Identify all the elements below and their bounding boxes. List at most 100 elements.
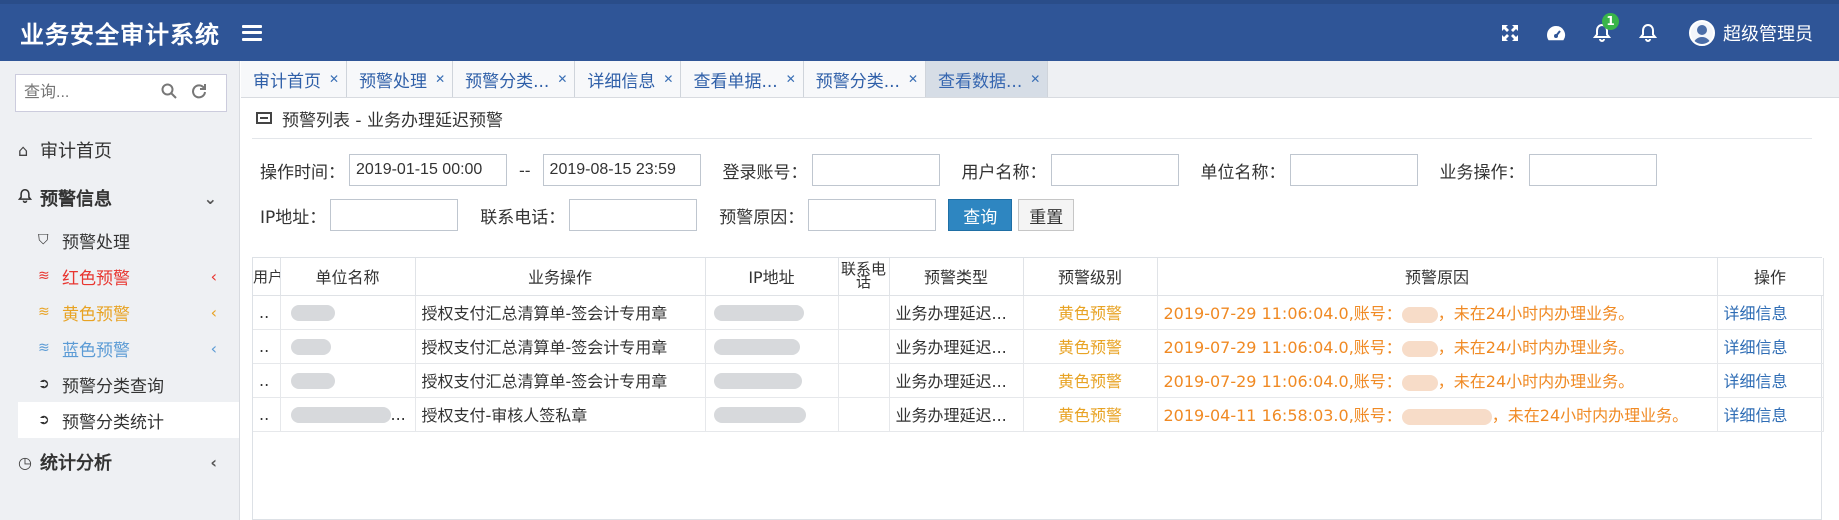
dashboard-icon[interactable] bbox=[1533, 13, 1579, 53]
menu-toggle-icon[interactable] bbox=[242, 24, 262, 41]
account-input[interactable] bbox=[811, 154, 940, 186]
redacted-value bbox=[1401, 374, 1438, 391]
tab-audit-home[interactable]: 审计首页 ✕ bbox=[241, 61, 348, 97]
column-header[interactable]: 联系电话 bbox=[838, 258, 890, 296]
close-icon[interactable]: ✕ bbox=[908, 72, 918, 86]
start-time-input[interactable] bbox=[349, 154, 507, 186]
redacted-value bbox=[1401, 306, 1438, 323]
column-header[interactable]: 预警级别 bbox=[1023, 258, 1158, 296]
column-header[interactable]: 预警原因 bbox=[1157, 258, 1718, 296]
column-header[interactable]: 操作 bbox=[1717, 258, 1824, 296]
cell-type: 业务办理延迟... bbox=[889, 329, 1024, 364]
sidebar-item-red-warning[interactable]: ≋ 红色预警 ‹ bbox=[0, 258, 239, 294]
cell-user: .. bbox=[253, 295, 281, 330]
cell-level: 黄色预警 bbox=[1023, 363, 1158, 398]
arrow-circle-icon: ➲ bbox=[38, 412, 50, 428]
reason-text: ，未在24小时内办理业务。 bbox=[1437, 304, 1635, 323]
sidebar-item-category-stats[interactable]: ➲ 预警分类统计 bbox=[18, 402, 239, 438]
close-icon[interactable]: ✕ bbox=[786, 72, 796, 86]
cell-type: 业务办理延迟... bbox=[889, 397, 1024, 432]
phone-label: 联系电话： bbox=[480, 207, 566, 228]
shield-icon: ⛉ bbox=[38, 232, 49, 248]
sidebar-item-blue-warning[interactable]: ≋ 蓝色预警 ‹ bbox=[0, 330, 239, 366]
column-header[interactable]: 预警类型 bbox=[889, 258, 1024, 296]
table-row: .. 授权支付汇总清算单-签会计专用章 业务办理延迟... 黄色预警 2019-… bbox=[253, 363, 1824, 398]
phone-input[interactable] bbox=[569, 199, 698, 231]
close-icon[interactable]: ✕ bbox=[1030, 72, 1040, 86]
unit-input[interactable] bbox=[1289, 154, 1418, 186]
sidebar-item-home[interactable]: ⌂ 审计首页 bbox=[0, 126, 239, 174]
unit-label: 单位名称： bbox=[1200, 162, 1286, 183]
ip-input[interactable] bbox=[330, 199, 459, 231]
table-row: .. 授权支付汇总清算单-签会计专用章 业务办理延迟... 黄色预警 2019-… bbox=[253, 295, 1824, 330]
search-input[interactable] bbox=[24, 78, 154, 108]
close-icon[interactable]: ✕ bbox=[557, 72, 567, 86]
tab-detail-info[interactable]: 详细信息 ✕ bbox=[575, 61, 682, 97]
filter-row: 操作时间： -- 登录账号： 用户名称： 单位名称： 业务操作： bbox=[260, 151, 1822, 189]
panel-header: 预警列表 - 业务办理延迟预警 bbox=[252, 98, 1822, 138]
sidebar-item-label: 预警处理 bbox=[62, 232, 130, 253]
sidebar-group-warning[interactable]: 预警信息 ⌄ bbox=[0, 174, 239, 222]
tab-warning-category-2[interactable]: 预警分类... ✕ bbox=[803, 61, 927, 97]
sidebar-group-stats[interactable]: ◷ 统计分析 ‹ bbox=[0, 438, 239, 486]
account-label: 登录账号： bbox=[722, 162, 808, 183]
sidebar-item-label: 蓝色预警 bbox=[62, 340, 130, 361]
time-separator: -- bbox=[519, 160, 531, 180]
sidebar-search bbox=[15, 74, 227, 112]
column-header[interactable]: 单位名称 bbox=[280, 258, 416, 296]
tab-warning-handle[interactable]: 预警处理 ✕ bbox=[347, 61, 454, 97]
reason-input[interactable] bbox=[808, 199, 937, 231]
tab-view-document[interactable]: 查看单据... ✕ bbox=[681, 61, 804, 97]
column-header[interactable]: 用户 bbox=[253, 258, 281, 296]
op-time-label: 操作时间： bbox=[260, 162, 345, 183]
detail-link[interactable]: 详细信息 bbox=[1717, 329, 1824, 364]
detail-link[interactable]: 详细信息 bbox=[1717, 397, 1824, 432]
reason-text: 2019-07-29 11:06:04.0,账号： bbox=[1163, 304, 1402, 323]
cell-ip bbox=[705, 329, 839, 364]
chevron-left-icon: ‹ bbox=[210, 302, 217, 322]
chevron-down-icon: ⌄ bbox=[203, 188, 217, 208]
sidebar-item-yellow-warning[interactable]: ≋ 黄色预警 ‹ bbox=[0, 294, 239, 330]
avatar bbox=[1689, 19, 1715, 46]
fullscreen-icon[interactable] bbox=[1487, 13, 1533, 53]
cell-phone bbox=[838, 329, 890, 364]
sidebar-item-warning-handle[interactable]: ⛉ 预警处理 bbox=[0, 222, 239, 258]
sidebar-item-label: 统计分析 bbox=[40, 453, 112, 474]
reason-text: ，未在24小时内办理业务。 bbox=[1437, 338, 1635, 357]
alert-bell-icon[interactable]: 1 bbox=[1579, 12, 1625, 53]
user-menu[interactable]: 超级管理员 bbox=[1689, 19, 1813, 46]
detail-link[interactable]: 详细信息 bbox=[1717, 363, 1824, 398]
sidebar-item-category-query[interactable]: ➲ 预警分类查询 bbox=[0, 366, 239, 402]
user-name: 超级管理员 bbox=[1723, 23, 1813, 45]
column-header[interactable]: 业务操作 bbox=[415, 258, 706, 296]
reset-button[interactable]: 重置 bbox=[1018, 199, 1075, 231]
detail-link[interactable]: 详细信息 bbox=[1717, 295, 1824, 330]
cell-ip bbox=[705, 363, 839, 398]
sidebar-item-label: 预警分类统计 bbox=[62, 412, 164, 433]
tab-view-data[interactable]: 查看数据... ✕ bbox=[926, 61, 1049, 97]
refresh-icon[interactable] bbox=[184, 83, 214, 104]
cell-biz-op: 授权支付汇总清算单-签会计专用章 bbox=[415, 363, 706, 398]
tab-label: 预警分类... bbox=[815, 71, 900, 92]
query-button[interactable]: 查询 bbox=[948, 199, 1013, 231]
page-title: 预警列表 - 业务办理延迟预警 bbox=[282, 110, 503, 131]
cell-biz-op: 授权支付汇总清算单-签会计专用章 bbox=[415, 295, 706, 330]
cell-reason: 2019-07-29 11:06:04.0,账号： ，未在24小时内办理业务。 bbox=[1157, 329, 1718, 364]
cell-ip bbox=[705, 295, 839, 330]
close-icon[interactable]: ✕ bbox=[663, 72, 673, 86]
close-icon[interactable]: ✕ bbox=[435, 72, 445, 86]
reason-text: ，未在24小时内办理业务。 bbox=[1491, 406, 1689, 425]
reason-text: 2019-07-29 11:06:04.0,账号： bbox=[1163, 338, 1402, 357]
close-icon[interactable]: ✕ bbox=[329, 72, 339, 86]
username-input[interactable] bbox=[1050, 154, 1179, 186]
biz-op-input[interactable] bbox=[1528, 154, 1657, 186]
home-icon: ⌂ bbox=[18, 140, 29, 160]
tab-warning-category-1[interactable]: 预警分类... ✕ bbox=[453, 61, 576, 97]
clock-icon: ◷ bbox=[18, 452, 32, 472]
cell-reason: 2019-04-11 16:58:03.0,账号： ，未在24小时内办理业务。 bbox=[1157, 397, 1718, 432]
search-icon[interactable] bbox=[154, 83, 184, 104]
end-time-input[interactable] bbox=[542, 154, 701, 186]
biz-op-label: 业务操作： bbox=[1439, 162, 1525, 183]
column-header[interactable]: IP地址 bbox=[705, 258, 839, 296]
bell-icon[interactable] bbox=[1625, 13, 1671, 53]
